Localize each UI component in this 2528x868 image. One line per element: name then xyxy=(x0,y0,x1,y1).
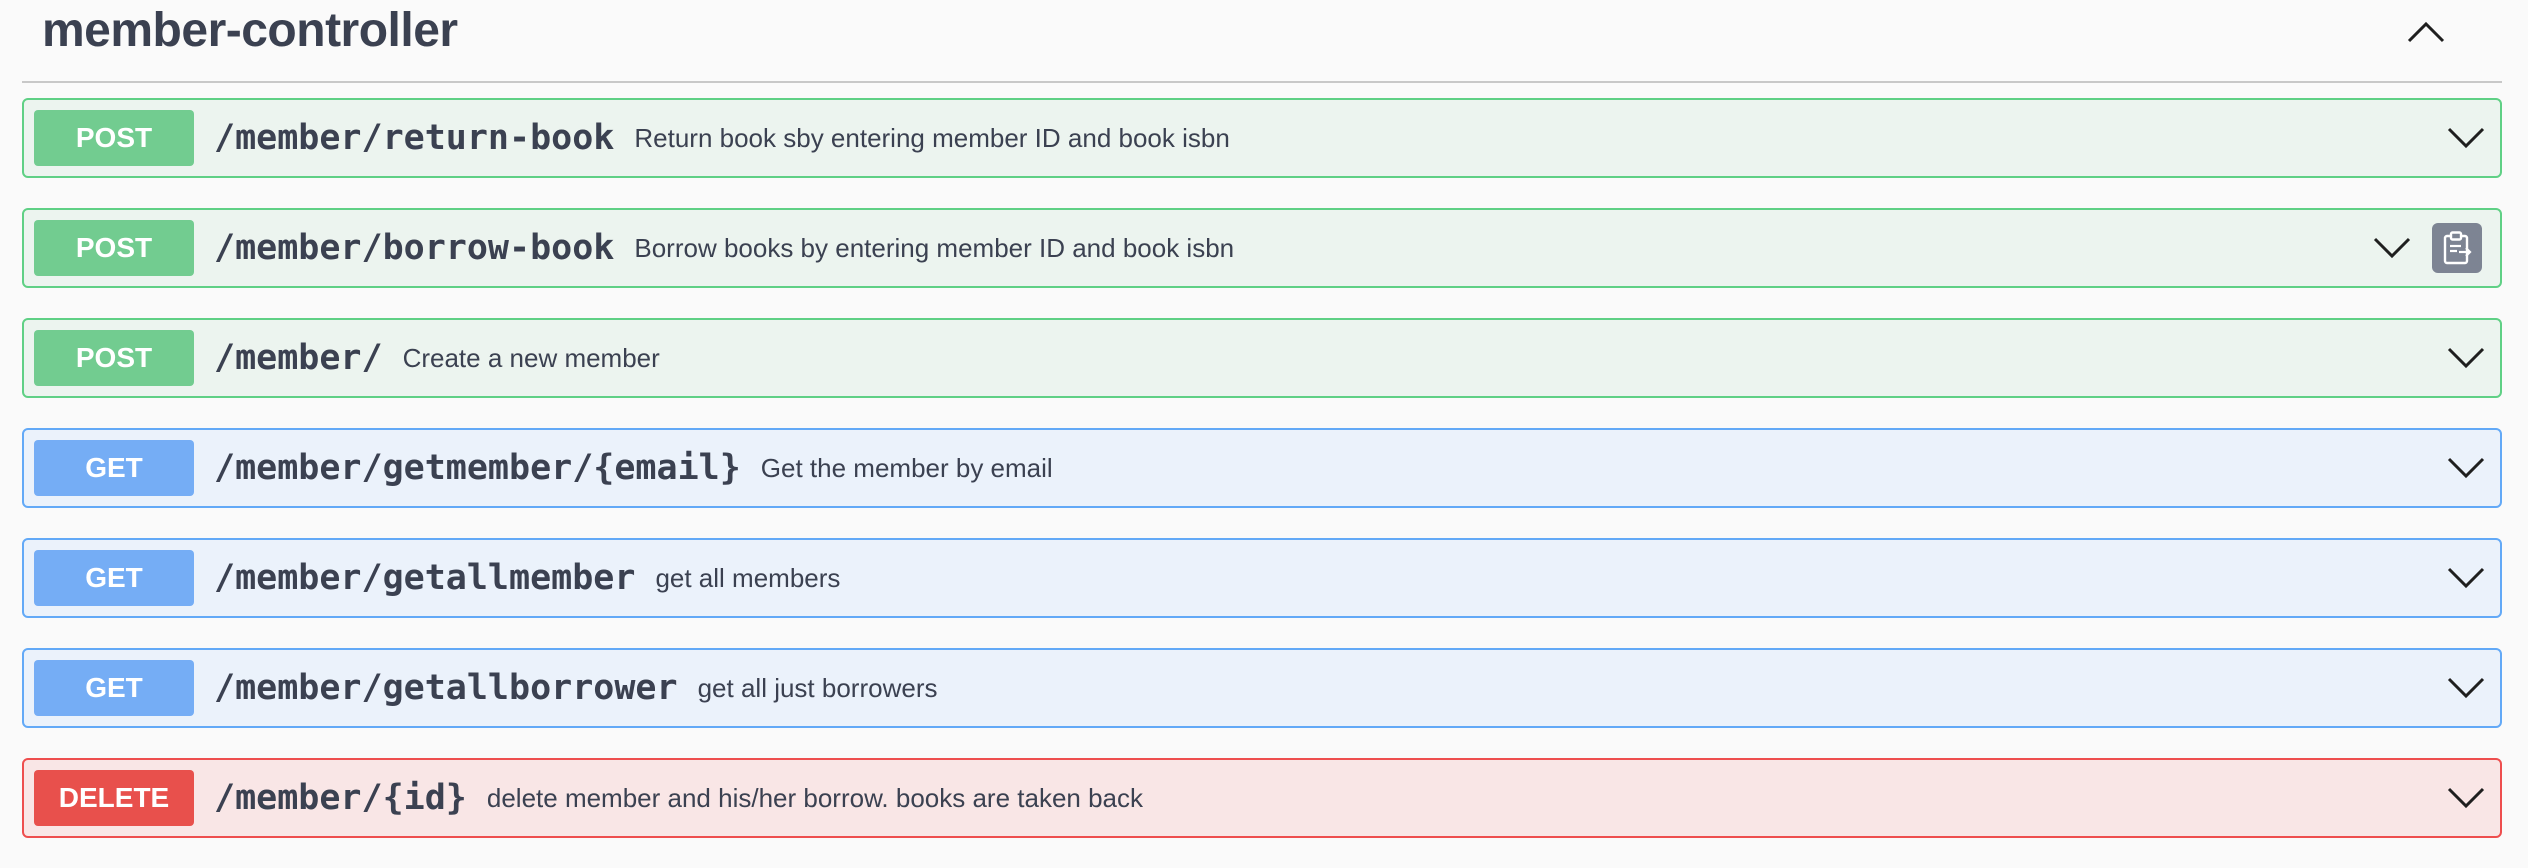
operation-path: /member/return-book xyxy=(214,118,615,158)
operation-get-all-borrowers[interactable]: GET /member/getallborrower get all just … xyxy=(22,648,2502,728)
chevron-down-icon[interactable] xyxy=(2444,556,2488,600)
tag-title[interactable]: member-controller xyxy=(42,0,458,62)
operation-path: /member/{id} xyxy=(214,778,467,818)
operation-summary: get all just borrowers xyxy=(697,672,938,703)
operation-delete-member[interactable]: DELETE /member/{id} delete member and hi… xyxy=(22,758,2502,838)
operation-path: /member/getallborrower xyxy=(214,668,678,708)
chevron-down-icon[interactable] xyxy=(2444,666,2488,710)
operation-post-return-book[interactable]: POST /member/return-book Return book sby… xyxy=(22,98,2502,178)
operation-get-all-members[interactable]: GET /member/getallmember get all members xyxy=(22,538,2502,618)
operation-path: /member/getallmember xyxy=(214,558,636,598)
chevron-up-icon[interactable] xyxy=(2398,6,2454,58)
tag-header[interactable]: member-controller xyxy=(22,0,2502,83)
operation-summary: Borrow books by entering member ID and b… xyxy=(634,232,1235,263)
method-badge: POST xyxy=(34,330,194,386)
method-badge: GET xyxy=(34,440,194,496)
operation-summary: Create a new member xyxy=(402,342,660,373)
tag-section: member-controller POST /member/return-bo… xyxy=(22,0,2502,868)
operation-path: /member/borrow-book xyxy=(214,228,615,268)
method-badge: POST xyxy=(34,220,194,276)
operation-post-borrow-book[interactable]: POST /member/borrow-book Borrow books by… xyxy=(22,208,2502,288)
operation-get-member-by-email[interactable]: GET /member/getmember/{email} Get the me… xyxy=(22,428,2502,508)
method-badge: GET xyxy=(34,550,194,606)
method-badge: DELETE xyxy=(34,770,194,826)
chevron-down-icon[interactable] xyxy=(2444,116,2488,160)
operation-summary: delete member and his/her borrow. books … xyxy=(486,782,1144,813)
chevron-down-icon[interactable] xyxy=(2444,336,2488,380)
operation-summary: Return book sby entering member ID and b… xyxy=(634,122,1230,153)
operation-path: /member/ xyxy=(214,338,383,378)
chevron-down-icon[interactable] xyxy=(2444,776,2488,820)
operations-list: POST /member/return-book Return book sby… xyxy=(22,98,2502,838)
operation-summary: get all members xyxy=(655,562,841,593)
clipboard-copy-icon[interactable] xyxy=(2432,223,2482,273)
chevron-down-icon[interactable] xyxy=(2444,446,2488,490)
method-badge: GET xyxy=(34,660,194,716)
operation-summary: Get the member by email xyxy=(760,452,1053,483)
operation-post-member[interactable]: POST /member/ Create a new member xyxy=(22,318,2502,398)
method-badge: POST xyxy=(34,110,194,166)
operation-path: /member/getmember/{email} xyxy=(214,448,741,488)
chevron-down-icon[interactable] xyxy=(2370,226,2414,270)
